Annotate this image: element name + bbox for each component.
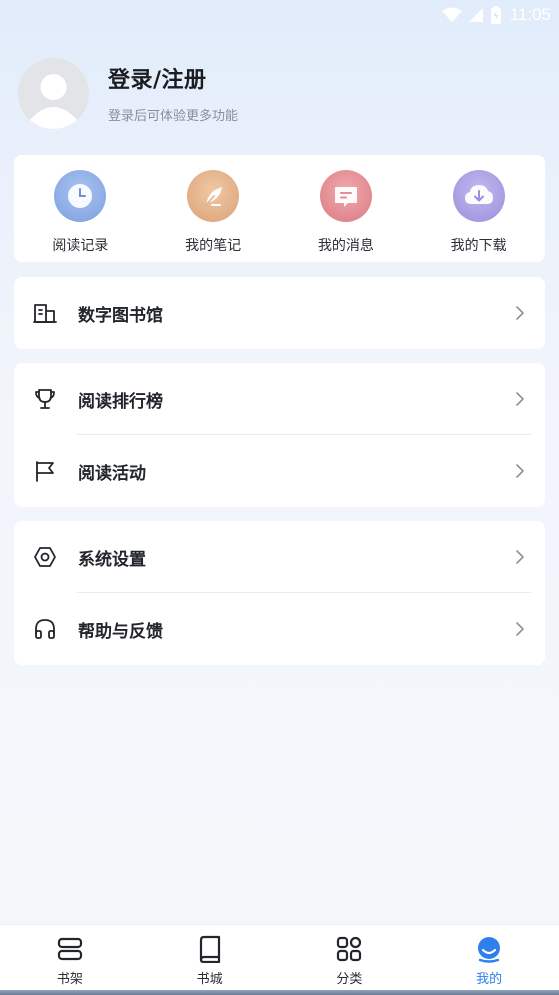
reading-card: 阅读排行榜 阅读活动 (14, 363, 545, 507)
menu-item-reading-activity[interactable]: 阅读活动 (14, 435, 545, 507)
settings-card: 系统设置 帮助与反馈 (14, 521, 545, 665)
quick-label: 我的笔记 (185, 238, 242, 254)
tab-bookshelf[interactable]: 书架 (0, 925, 140, 990)
tab-categories[interactable]: 分类 (280, 925, 420, 990)
quick-my-notes[interactable]: 我的笔记 (147, 155, 280, 262)
battery-icon (490, 6, 502, 24)
chevron-right-icon (513, 392, 527, 406)
menu-label: 阅读活动 (78, 463, 146, 484)
feather-icon (187, 170, 240, 222)
signal-icon (468, 7, 484, 23)
tab-label: 书城 (196, 972, 223, 987)
avatar[interactable] (18, 57, 89, 129)
profile-icon (475, 935, 503, 963)
menu-label: 帮助与反馈 (78, 621, 163, 642)
quick-label: 我的下载 (450, 238, 507, 254)
tab-mine[interactable]: 我的 (419, 925, 559, 990)
chevron-right-icon (513, 550, 527, 564)
login-hint: 登录后可体验更多功能 (108, 109, 239, 124)
category-grid-icon (335, 935, 363, 963)
building-icon (32, 300, 58, 326)
bookshelf-icon (56, 935, 84, 963)
quick-actions-card: 阅读记录 我的笔记 我的消息 我的下载 (14, 155, 545, 262)
chevron-right-icon (513, 306, 527, 320)
login-register-link[interactable]: 登录/注册 (108, 62, 238, 94)
settings-hexagon-icon (32, 544, 58, 570)
wifi-icon (441, 7, 462, 23)
system-nav-strip (0, 990, 559, 995)
menu-item-reading-ranking[interactable]: 阅读排行榜 (14, 363, 545, 435)
quick-my-downloads[interactable]: 我的下载 (412, 155, 545, 262)
trophy-icon (32, 386, 58, 412)
quick-label: 我的消息 (317, 238, 374, 254)
book-icon (196, 935, 224, 963)
profile-header[interactable]: 登录/注册 登录后可体验更多功能 (18, 57, 238, 129)
menu-label: 数字图书馆 (78, 305, 163, 326)
flag-icon (32, 458, 58, 484)
status-bar: 11:05 (0, 0, 559, 30)
quick-reading-history[interactable]: 阅读记录 (14, 155, 147, 262)
tab-label: 我的 (476, 972, 503, 987)
tab-bookstore[interactable]: 书城 (140, 925, 280, 990)
status-time: 11:05 (509, 5, 551, 24)
clock-icon (54, 170, 107, 222)
tab-label: 书架 (56, 972, 83, 987)
chevron-right-icon (513, 464, 527, 478)
menu-item-help-feedback[interactable]: 帮助与反馈 (14, 593, 545, 665)
tab-label: 分类 (336, 972, 363, 987)
chevron-right-icon (513, 622, 527, 636)
cloud-download-icon (452, 170, 505, 222)
quick-label: 阅读记录 (52, 238, 109, 254)
bottom-tab-bar: 书架 书城 分类 我的 (0, 924, 559, 990)
message-icon (319, 170, 372, 222)
default-avatar-icon (18, 57, 89, 129)
menu-label: 阅读排行榜 (78, 391, 163, 412)
menu-item-system-settings[interactable]: 系统设置 (14, 521, 545, 593)
library-card: 数字图书馆 (14, 277, 545, 349)
quick-my-messages[interactable]: 我的消息 (280, 155, 413, 262)
menu-label: 系统设置 (78, 549, 146, 570)
headphones-icon (32, 616, 58, 642)
menu-item-digital-library[interactable]: 数字图书馆 (14, 277, 545, 349)
